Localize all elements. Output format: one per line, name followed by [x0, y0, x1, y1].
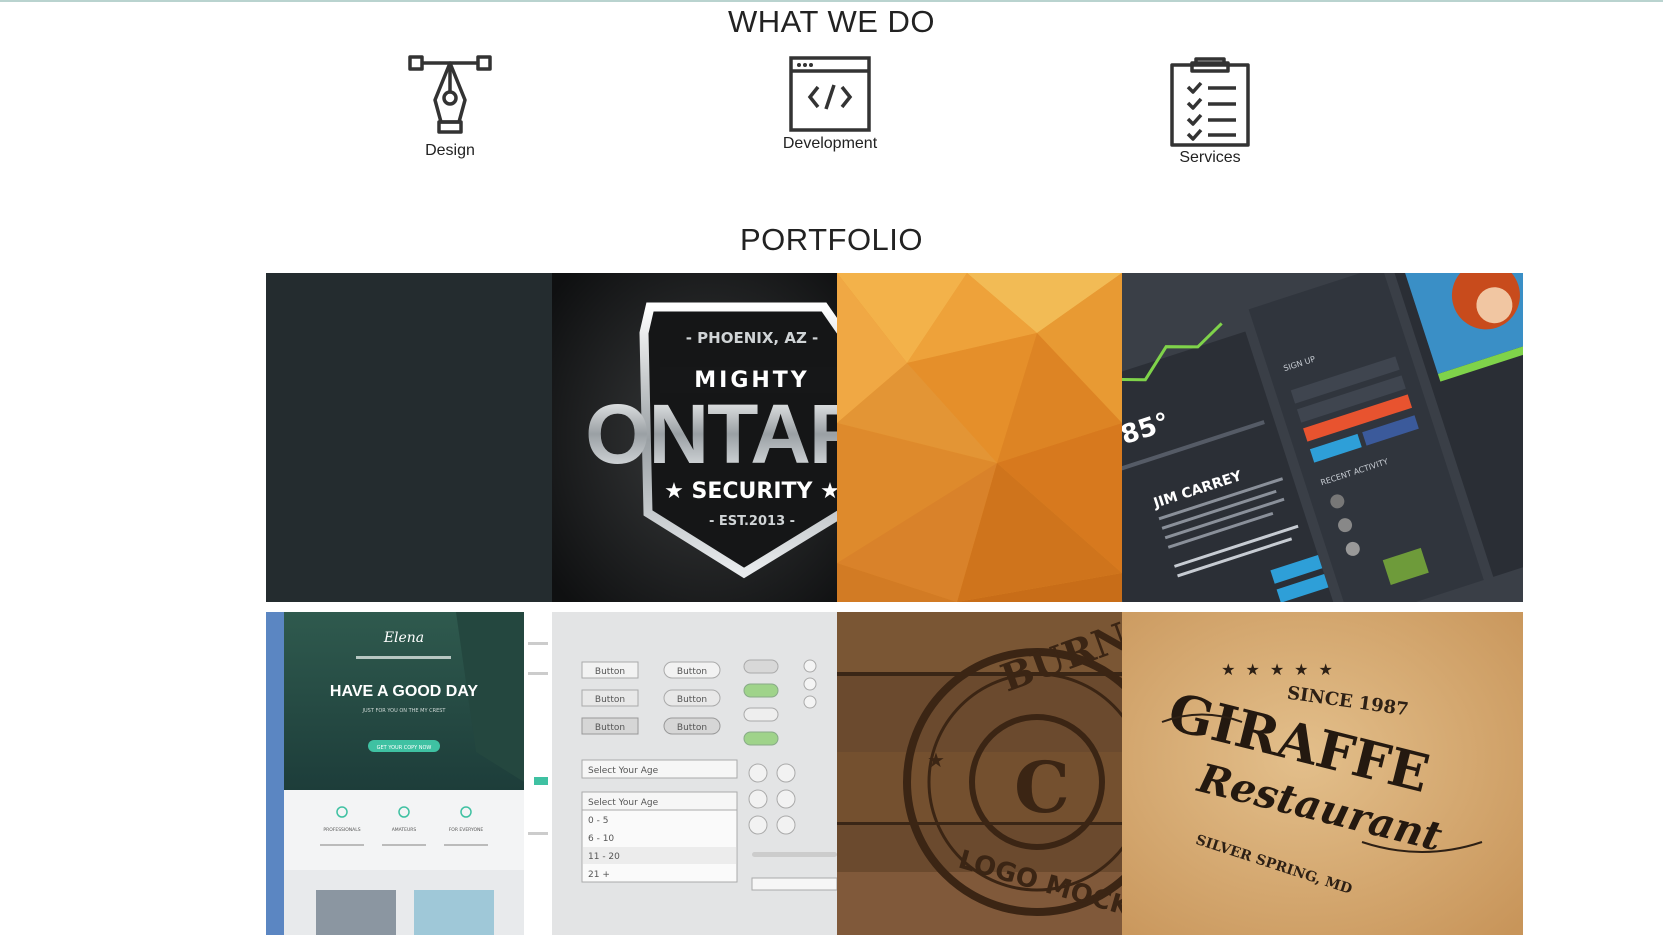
top-border	[0, 0, 1663, 2]
service-development-label: Development	[782, 135, 878, 152]
elena-feature-3: FOR EVERYONE	[449, 827, 484, 833]
portfolio-item-giraffe-restaurant[interactable]: ★★★★★ SINCE 1987 GIRAFFE Restaurant SILV…	[1122, 612, 1523, 935]
portfolio-item-mighty-ontario[interactable]: - PHOENIX, AZ - MIGHTY ONTARI ★ SECURITY…	[552, 273, 837, 602]
portfolio-item-dashboard-ui[interactable]: 85° JIM CARREY SIGN UP RECENT ACTIVITY	[1122, 273, 1523, 602]
wood-center-letter: C	[1014, 746, 1070, 829]
service-services-label: Services	[1179, 149, 1241, 166]
code-window-icon	[789, 56, 871, 132]
portfolio-item-elena-theme[interactable]: Elena HAVE A GOOD DAY JUST FOR YOU ON TH…	[266, 612, 552, 935]
elena-headline: HAVE A GOOD DAY	[330, 683, 479, 700]
svg-text:★★★★★: ★★★★★	[1221, 660, 1343, 679]
uikit-option-2: 6 - 10	[588, 834, 614, 844]
pen-tool-icon	[408, 55, 492, 134]
service-services[interactable]: Services	[1120, 55, 1300, 167]
uikit-button-3: Button	[595, 723, 625, 733]
portfolio-grid: - PHOENIX, AZ - MIGHTY ONTARI ★ SECURITY…	[266, 273, 1523, 935]
portfolio-item-ui-kit[interactable]: Button Button Button Button Button Butto…	[552, 612, 837, 935]
ontario-top-text: - PHOENIX, AZ -	[686, 329, 819, 347]
elena-feature-1: PROFESSIONALS	[323, 827, 360, 833]
uikit-button-4: Button	[677, 667, 707, 677]
uikit-option-1: 0 - 5	[588, 816, 608, 826]
uikit-option-4: 21 +	[588, 870, 610, 880]
elena-sub: JUST FOR YOU ON THE MY CREST	[362, 708, 447, 714]
service-development[interactable]: Development	[740, 55, 920, 153]
uikit-button-5: Button	[677, 695, 707, 705]
uikit-button-2: Button	[595, 695, 625, 705]
uikit-select-1: Select Your Age	[588, 766, 659, 776]
what-we-do-title: WHAT WE DO	[727, 4, 936, 39]
elena-cta: GET YOUR COPY NOW	[377, 745, 432, 751]
elena-feature-2: AMATEURS	[392, 827, 417, 833]
svg-text:★: ★	[927, 748, 945, 772]
portfolio-item-wood-stamp[interactable]: BURNE C LOGO MOCK-U ★	[837, 612, 1122, 935]
service-design-label: Design	[425, 142, 475, 159]
ontario-security-text: ★ SECURITY ★	[664, 479, 837, 504]
uikit-select-2: Select Your Age	[588, 798, 659, 808]
portfolio-title: PORTFOLIO	[739, 222, 924, 257]
service-design[interactable]: Design	[360, 54, 540, 160]
uikit-button-1: Button	[595, 667, 625, 677]
ontario-est-text: - EST.2013 -	[709, 514, 795, 529]
uikit-button-6: Button	[677, 723, 707, 733]
clipboard-checklist-icon	[1170, 57, 1250, 147]
ontario-main-text: ONTARI	[585, 387, 837, 481]
elena-brand: Elena	[383, 630, 424, 646]
portfolio-item-orange-polygon[interactable]	[837, 273, 1122, 602]
portfolio-item-dark-blank[interactable]	[266, 273, 552, 602]
uikit-option-3: 11 - 20	[588, 852, 620, 862]
